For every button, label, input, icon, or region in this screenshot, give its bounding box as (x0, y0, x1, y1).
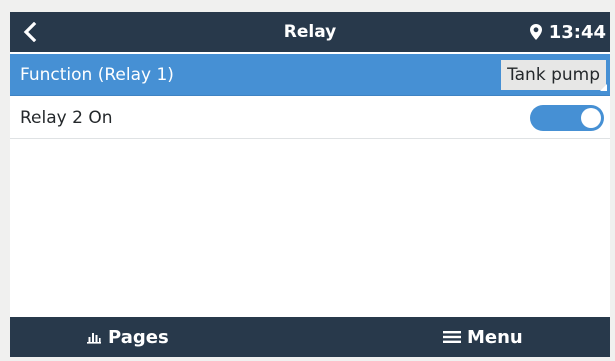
pages-button[interactable]: Pages (86, 317, 169, 357)
clock-time: 13:44 (548, 21, 606, 43)
bar-chart-icon (86, 330, 102, 344)
relay-2-toggle[interactable] (530, 105, 604, 131)
chevron-left-icon (23, 22, 37, 42)
header-bar: Relay 13:44 (10, 12, 610, 52)
dropdown-corner-icon (600, 84, 607, 91)
menu-label: Menu (467, 326, 523, 348)
page-title: Relay (283, 22, 337, 42)
function-relay-1-label: Function (Relay 1) (20, 64, 174, 85)
function-relay-1-row[interactable]: Function (Relay 1) Tank pump (10, 54, 610, 96)
back-button[interactable] (16, 18, 44, 46)
pages-label: Pages (108, 326, 169, 348)
relay-2-on-row[interactable]: Relay 2 On (10, 97, 610, 139)
function-value-text: Tank pump (507, 65, 600, 85)
toggle-knob (581, 108, 601, 128)
menu-button[interactable]: Menu (443, 317, 523, 357)
hamburger-icon (443, 330, 461, 344)
status-area: 13:44 (529, 12, 606, 52)
map-pin-icon (529, 23, 543, 41)
relay-2-on-label: Relay 2 On (20, 107, 113, 128)
device-screen: Relay 13:44 Function (Relay 1) Tank pump… (10, 12, 610, 357)
function-value-button[interactable]: Tank pump (501, 60, 607, 91)
footer-bar: Pages Menu (10, 317, 610, 357)
